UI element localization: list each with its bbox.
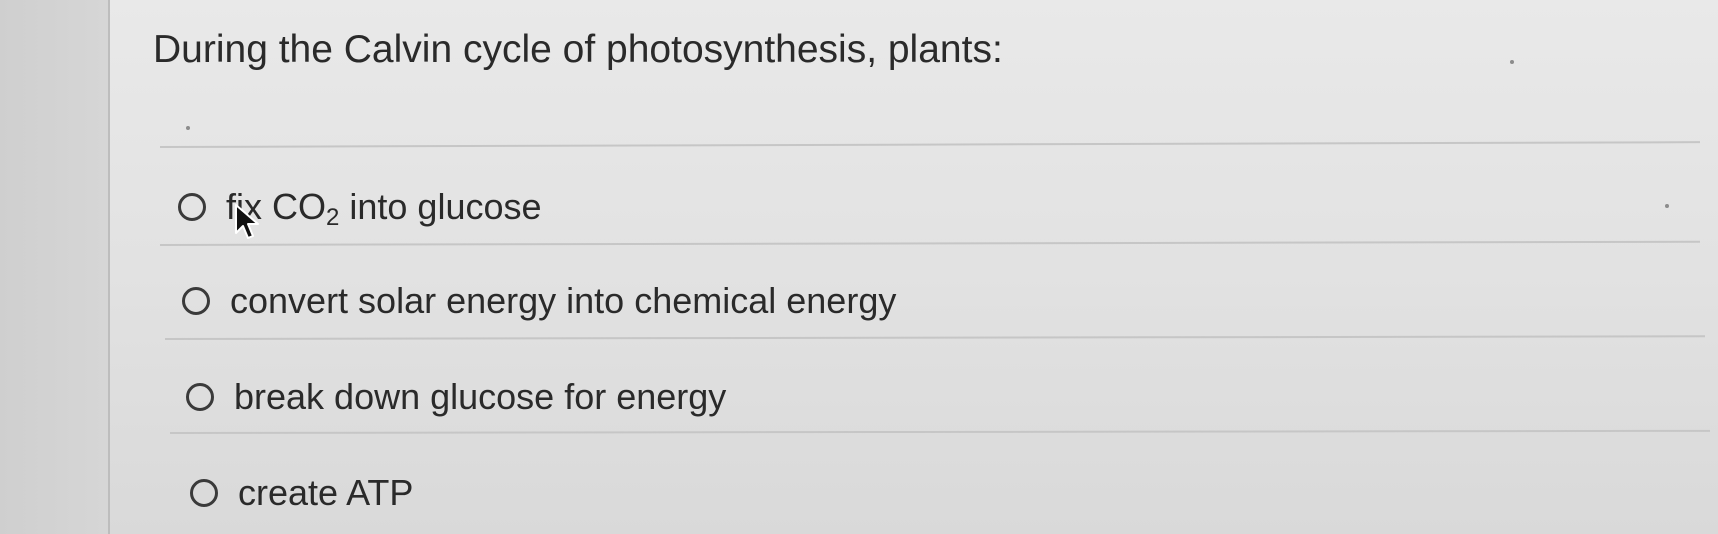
radio-button[interactable] bbox=[182, 287, 210, 315]
page-gutter bbox=[0, 0, 108, 534]
question-card bbox=[110, 0, 1718, 534]
radio-button[interactable] bbox=[186, 383, 214, 411]
dust-speck bbox=[186, 126, 190, 130]
option-label: fix CO2 into glucose bbox=[226, 186, 542, 231]
option-label: break down glucose for energy bbox=[234, 376, 727, 417]
mouse-pointer-icon bbox=[235, 204, 259, 239]
dust-speck bbox=[1665, 204, 1669, 208]
option-label: convert solar energy into chemical energ… bbox=[230, 280, 897, 321]
answer-option-break-down-glucose[interactable]: break down glucose for energy bbox=[186, 376, 726, 418]
answer-option-convert-solar-energy[interactable]: convert solar energy into chemical energ… bbox=[182, 280, 896, 322]
option-label: create ATP bbox=[238, 472, 414, 513]
answer-option-fix-co2[interactable]: fix CO2 into glucose bbox=[178, 186, 542, 231]
question-text: During the Calvin cycle of photosynthesi… bbox=[153, 28, 1003, 71]
radio-button[interactable] bbox=[190, 479, 218, 507]
radio-button[interactable] bbox=[178, 193, 206, 221]
dust-speck bbox=[1510, 60, 1514, 64]
answer-option-create-atp[interactable]: create ATP bbox=[190, 472, 413, 514]
